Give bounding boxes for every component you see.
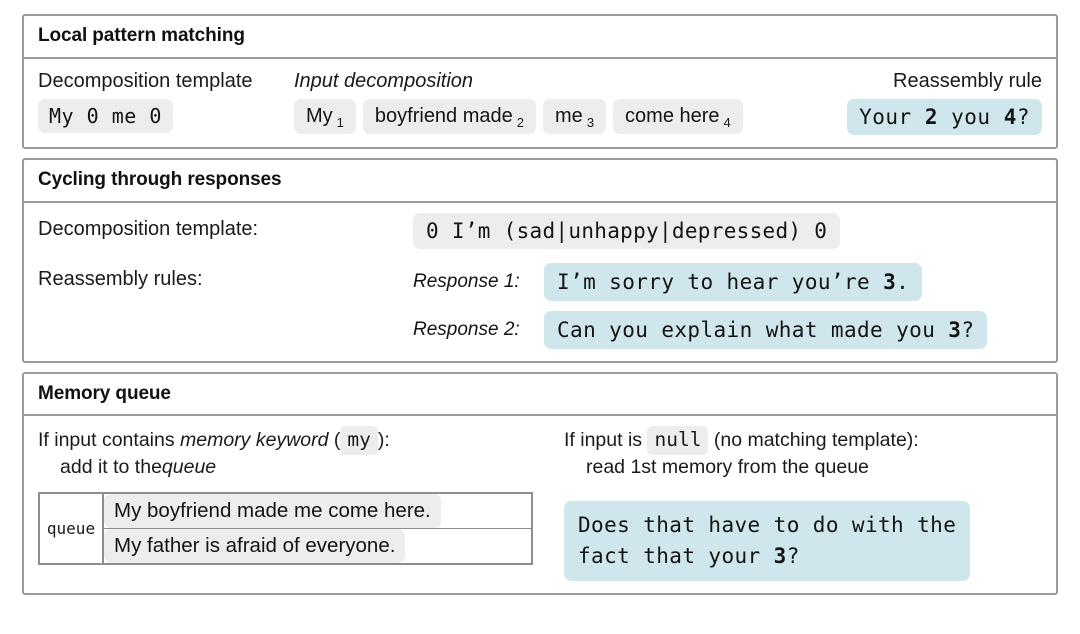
panel-cycling-through-responses: Cycling through responses Decomposition … xyxy=(22,157,1058,363)
panel2-grid: Decomposition template: 0 I’m (sad|unhap… xyxy=(38,212,1042,349)
panel-body: If input contains memory keyword (my): a… xyxy=(24,416,1056,593)
reassembly-part-2: you xyxy=(937,104,1004,129)
response-row: Response 2: Can you explain what made yo… xyxy=(413,310,1042,349)
table-row: My father is afraid of everyone. xyxy=(39,528,533,565)
responses-list: Response 1: I’m sorry to hear you’re 3. … xyxy=(413,262,1042,349)
panel1-label-row: Decomposition template Input decompositi… xyxy=(38,69,1042,99)
panel1-content-row: My 0 me 0 My 1 boyfriend made 2 me 3 come h… xyxy=(38,98,1042,135)
decomposition-chip: me 3 xyxy=(543,98,607,134)
decomposition-chip-index: 2 xyxy=(516,114,525,130)
decomposition-chip-text: boyfriend made xyxy=(374,104,513,127)
response-part-1: Can you explain what made you xyxy=(557,317,949,342)
response-label: Response 1: xyxy=(413,270,520,292)
decomposition-chip-index: 3 xyxy=(586,114,595,130)
output-line-2: fact that your 3? xyxy=(578,541,956,571)
note-emphasis: memory keyword xyxy=(180,429,329,452)
decomposition-chip: come here 4 xyxy=(613,98,743,134)
label-reassembly-rules: Reassembly rules: xyxy=(38,267,203,290)
panel-title: Memory queue xyxy=(24,374,1056,417)
queue-table: queue My boyfriend made me come here. My… xyxy=(38,492,533,566)
note-text: If input contains xyxy=(38,429,181,452)
response-text: I’m sorry to hear you’re 3. xyxy=(544,262,923,301)
reassembly-part-1: Your xyxy=(859,104,925,129)
response-text: Can you explain what made you 3? xyxy=(544,310,988,349)
decomposition-chip-text: come here xyxy=(625,104,720,127)
label-decomposition-template: Decomposition template: xyxy=(38,217,259,240)
panel-local-pattern-matching: Local pattern matching Decomposition tem… xyxy=(22,14,1058,149)
note-text: add it to the xyxy=(60,456,162,479)
output-line-1: Does that have to do with the xyxy=(578,513,957,538)
panel-body: Decomposition template: 0 I’m (sad|unhap… xyxy=(24,203,1056,361)
memory-read-note: If input is null (no matching template):… xyxy=(564,426,1042,481)
memory-keyword-code: my xyxy=(340,426,378,456)
panel3-columns: If input contains memory keyword (my): a… xyxy=(38,426,1042,582)
queue-item-cell: My father is afraid of everyone. xyxy=(102,528,533,565)
decomposition-chip-text: me xyxy=(555,104,583,127)
note-emphasis: queue xyxy=(161,456,217,479)
panel-body: Decomposition template Input decompositi… xyxy=(24,59,1056,147)
decomposition-chip: My 1 xyxy=(294,98,356,134)
response-ref: 3 xyxy=(948,317,962,342)
reassembly-ref-1: 2 xyxy=(924,104,938,129)
output-ref: 3 xyxy=(773,543,787,568)
note-text: ): xyxy=(377,429,390,452)
response-part-1: I’m sorry to hear you’re xyxy=(557,269,884,294)
queue-label: queue xyxy=(38,492,104,565)
reassembly-part-3: ? xyxy=(1016,104,1030,129)
queue-item: My father is afraid of everyone. xyxy=(104,529,406,564)
memory-read-column: If input is null (no matching template):… xyxy=(554,426,1042,582)
panel-title: Local pattern matching xyxy=(24,16,1056,59)
panel-title: Cycling through responses xyxy=(24,160,1056,203)
label-decomposition-template: Decomposition template xyxy=(38,69,253,92)
output-part-1: fact that your xyxy=(578,543,774,568)
decomposition-chip-text: My xyxy=(306,104,333,127)
decomposition-template-chip: My 0 me 0 xyxy=(38,98,173,133)
memory-output-text: Does that have to do with the fact that … xyxy=(564,501,971,582)
note-text: If input is xyxy=(564,429,648,452)
decomposition-chip-index: 4 xyxy=(723,114,731,130)
reassembly-rule-chip: Your 2 you 4? xyxy=(847,98,1042,135)
memory-write-note: If input contains memory keyword (my): a… xyxy=(38,426,554,481)
table-row: queue My boyfriend made me come here. xyxy=(38,492,533,565)
decomposition-template-chip: 0 I’m (sad|unhappy|depressed) 0 xyxy=(413,212,841,249)
label-reassembly-rule: Reassembly rule xyxy=(893,69,1042,92)
input-decomposition-chips: My 1 boyfriend made 2 me 3 come here 4 xyxy=(294,98,835,134)
response-row: Response 1: I’m sorry to hear you’re 3. xyxy=(413,262,1042,301)
diagram-page: Local pattern matching Decomposition tem… xyxy=(0,0,1080,634)
response-part-2: . xyxy=(896,269,910,294)
queue-item: My boyfriend made me come here. xyxy=(104,494,441,529)
decomposition-chip: boyfriend made 2 xyxy=(362,98,537,134)
label-input-decomposition: Input decomposition xyxy=(294,69,474,92)
queue-item-cell: My boyfriend made me come here. xyxy=(102,492,533,530)
null-code: null xyxy=(647,426,709,456)
note-text: ( xyxy=(328,429,341,452)
note-text: (no matching template): xyxy=(708,429,919,452)
memory-write-column: If input contains memory keyword (my): a… xyxy=(38,426,554,581)
panel-memory-queue: Memory queue If input contains memory ke… xyxy=(22,371,1058,596)
response-label: Response 2: xyxy=(413,318,520,340)
output-part-2: ? xyxy=(786,543,800,568)
decomposition-chip-index: 1 xyxy=(336,114,344,130)
response-ref: 3 xyxy=(883,269,897,294)
response-part-2: ? xyxy=(961,317,975,342)
note-text: read 1st memory from the queue xyxy=(586,456,869,479)
reassembly-ref-2: 4 xyxy=(1003,104,1017,129)
